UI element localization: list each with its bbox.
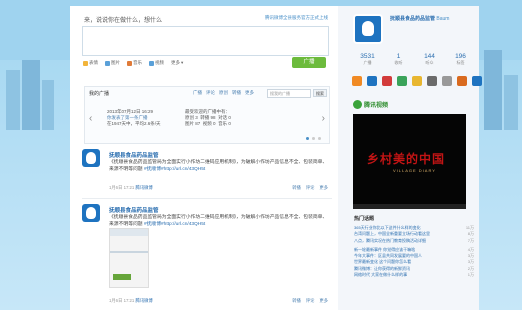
app-icon[interactable] bbox=[457, 76, 467, 86]
avatar[interactable] bbox=[82, 204, 100, 222]
post-image-thumbnail[interactable] bbox=[109, 228, 149, 288]
app-icon[interactable] bbox=[397, 76, 407, 86]
next-arrow-icon[interactable]: › bbox=[322, 113, 325, 124]
repost-link[interactable]: 转播 bbox=[292, 185, 301, 191]
divider bbox=[82, 198, 332, 199]
video-controls[interactable] bbox=[353, 204, 466, 209]
tab-repost[interactable]: 转播 bbox=[232, 90, 241, 96]
post-author[interactable]: 抚顺县食品药品监管 bbox=[109, 206, 159, 214]
compose-hint-link[interactable]: 腾讯微博全县服务官方正式上线 bbox=[265, 15, 328, 21]
carousel-dot[interactable] bbox=[312, 137, 315, 140]
image-icon bbox=[105, 60, 110, 66]
post-actions: 转播 评论 更多 bbox=[292, 185, 328, 191]
list-item[interactable]: 八点，腾讯实况在热门教育投稿活动详细 7万 bbox=[354, 238, 474, 244]
prev-arrow-icon[interactable]: ‹ bbox=[89, 113, 92, 124]
tool-image[interactable]: 图片 bbox=[105, 60, 120, 66]
tool-emoticon[interactable]: 表情 bbox=[83, 60, 98, 66]
tencent-video-header[interactable]: 腾讯视频 bbox=[353, 100, 388, 109]
more-link[interactable]: 更多 bbox=[319, 185, 328, 191]
avatar[interactable] bbox=[82, 149, 100, 167]
repost-link[interactable]: 转播 bbox=[292, 298, 301, 304]
broadcast-summary: 2013年07月12日 16:29 你发表了第一条广播 在1947天中，平均2.… bbox=[107, 109, 161, 126]
broadcast-title: 我的广播 bbox=[89, 91, 110, 97]
profile-name[interactable]: 抚顺县食品药品监管 Baum bbox=[390, 15, 449, 22]
profile-stats: 3531 广播 1 收听 144 听众 196 标签 bbox=[352, 53, 476, 66]
broadcast-tabs: 广播 评论 原创 转播 更多 bbox=[193, 90, 254, 96]
main-column: 来，说说你在做什么，想什么 腾讯微博全县服务官方正式上线 表情 图片 音乐 视频… bbox=[70, 6, 338, 310]
play-icon bbox=[353, 100, 362, 109]
app-icon[interactable] bbox=[382, 76, 392, 86]
emoticon-icon bbox=[83, 60, 88, 66]
post-meta: 1月6日 17:21 腾讯微博 bbox=[109, 185, 153, 190]
tab-original[interactable]: 原创 bbox=[219, 90, 228, 96]
broadcast-search-button[interactable]: 搜索 bbox=[313, 89, 327, 97]
post-actions: 转播 评论 更多 bbox=[292, 298, 328, 304]
post-author[interactable]: 抚顺县食品药品监管 bbox=[109, 151, 159, 159]
app-icon[interactable] bbox=[352, 76, 362, 86]
video-player[interactable]: 乡村美的中国 VILLAGE DIARY bbox=[353, 114, 466, 209]
compose-toolbar: 表情 图片 音乐 视频 更多 ▾ bbox=[83, 59, 183, 67]
video-title: 乡村美的中国 bbox=[367, 152, 446, 166]
carousel-dot[interactable] bbox=[306, 137, 309, 140]
tool-music[interactable]: 音乐 bbox=[127, 60, 142, 66]
comment-link[interactable]: 评论 bbox=[306, 298, 315, 304]
stat-broadcast[interactable]: 3531 广播 bbox=[352, 53, 383, 66]
broadcast-stats: 最受欢迎的广播中有： 原创 3 转播 98 对话 0 图片 87 视频 0 音乐… bbox=[185, 109, 231, 126]
tool-more[interactable]: 更多 ▾ bbox=[171, 60, 183, 66]
music-icon bbox=[127, 60, 132, 66]
sidebar: 抚顺县食品药品监管 Baum 3531 广播 1 收听 144 听众 196 标签 腾讯… bbox=[338, 6, 482, 310]
stat-followers[interactable]: 144 听众 bbox=[414, 53, 445, 66]
broadcast-panel: 我的广播 广播 评论 原创 转播 更多 搜我的广播 搜索 ‹ › 2013年07… bbox=[84, 86, 330, 144]
publish-button[interactable]: 广播 bbox=[292, 57, 326, 68]
tab-comment[interactable]: 评论 bbox=[206, 90, 215, 96]
app-icon[interactable] bbox=[412, 76, 422, 86]
app-icon-row bbox=[352, 76, 482, 86]
profile-avatar[interactable] bbox=[353, 14, 383, 44]
tool-video[interactable]: 视频 bbox=[149, 60, 164, 66]
comment-link[interactable]: 评论 bbox=[306, 185, 315, 191]
app-icon[interactable] bbox=[472, 76, 482, 86]
compose-label: 来，说说你在做什么，想什么 bbox=[84, 18, 163, 24]
post-text: 《抚顺县食品药品监管局为全面实行小作坊二维码应用机制》，为破解小作坊产品信息不全… bbox=[109, 160, 328, 172]
post-item: 抚顺县食品药品监管 《抚顺县食品药品监管局为全面实行小作坊二维码应用机制》，为破… bbox=[82, 204, 332, 310]
carousel-dots bbox=[306, 137, 321, 140]
tab-more[interactable]: 更多 bbox=[245, 90, 254, 96]
carousel-dot[interactable] bbox=[318, 137, 321, 140]
compose-input[interactable] bbox=[82, 26, 329, 56]
more-link[interactable]: 更多 bbox=[319, 298, 328, 304]
hot-topics-list: 365天行业你比以下这件什么样的变化 11万 台湾问题上，中国全新重要立场行动看这… bbox=[354, 225, 474, 278]
post-meta: 1月6日 17:21 腾讯微博 bbox=[109, 298, 153, 303]
list-item[interactable]: 网络时代 大家在做什么样的事 1万 bbox=[354, 272, 474, 278]
stat-following[interactable]: 1 收听 bbox=[383, 53, 414, 66]
chevron-down-icon: ▾ bbox=[181, 60, 184, 65]
post-text: 《抚顺县食品药品监管局为全面实行小作坊二维码应用机制》，为破解小作坊产品信息不全… bbox=[109, 215, 328, 227]
video-icon bbox=[149, 60, 154, 66]
video-subtitle: VILLAGE DIARY bbox=[393, 168, 436, 173]
app-icon[interactable] bbox=[367, 76, 377, 86]
hot-topics-title: 热门话题 bbox=[354, 216, 375, 222]
stat-tags[interactable]: 196 标签 bbox=[445, 53, 476, 66]
post-item: 抚顺县食品药品监管 《抚顺县食品药品监管局为全面实行小作坊二维码应用机制》，为破… bbox=[82, 149, 332, 199]
app-icon[interactable] bbox=[442, 76, 452, 86]
tab-broadcast[interactable]: 广播 bbox=[193, 90, 202, 96]
app-icon[interactable] bbox=[427, 76, 437, 86]
broadcast-search-input[interactable]: 搜我的广播 bbox=[267, 89, 311, 98]
